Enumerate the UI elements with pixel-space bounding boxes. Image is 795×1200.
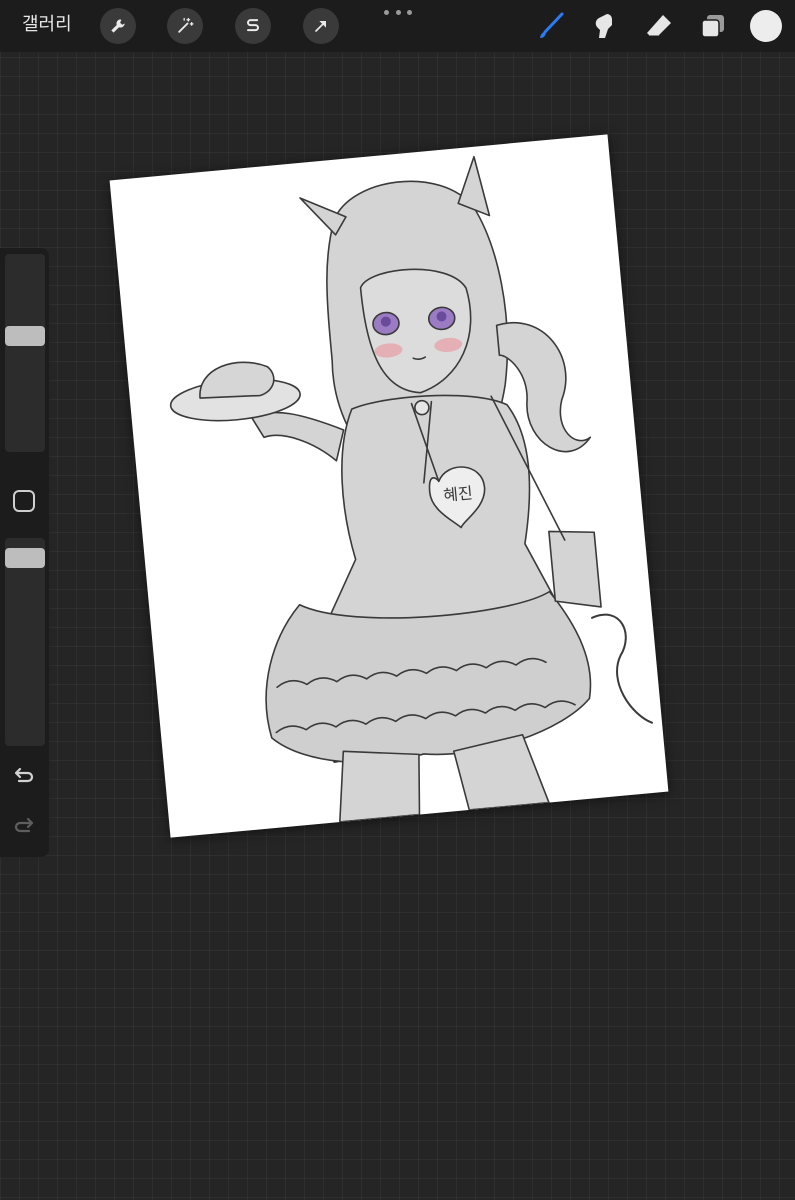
layers-icon — [701, 15, 724, 38]
more-options-icon[interactable] — [384, 4, 412, 20]
brush-icon — [540, 12, 564, 38]
opacity-slider[interactable] — [5, 538, 45, 746]
layers-tool[interactable] — [697, 10, 729, 42]
canvas-area[interactable]: 혜진 — [101, 134, 669, 838]
smudge-icon — [595, 14, 612, 38]
selection-s-icon — [247, 19, 259, 32]
brush-tool[interactable] — [535, 10, 567, 42]
redo-button[interactable] — [11, 814, 37, 840]
undo-button[interactable] — [11, 764, 37, 790]
top-toolbar: 갤러리 — [0, 0, 795, 52]
opacity-thumb[interactable] — [5, 548, 45, 568]
magic-wand-icon — [178, 17, 194, 33]
character-sketch: 혜진 — [169, 155, 653, 823]
brush-size-thumb[interactable] — [5, 326, 45, 346]
eraser-tool[interactable] — [643, 10, 675, 42]
artwork-canvas[interactable]: 혜진 — [109, 134, 669, 838]
redo-icon — [14, 817, 34, 833]
heart-badge-text: 혜진 — [443, 483, 474, 505]
smudge-tool[interactable] — [588, 10, 620, 42]
eraser-icon — [647, 15, 671, 37]
actions-button[interactable] — [100, 8, 136, 44]
arrow-cursor-icon — [315, 21, 326, 32]
brush-size-slider[interactable] — [5, 254, 45, 452]
selection-button[interactable] — [235, 8, 271, 44]
adjustments-button[interactable] — [167, 8, 203, 44]
wrench-icon — [111, 19, 125, 33]
gallery-button[interactable]: 갤러리 — [22, 13, 72, 37]
color-picker-button[interactable] — [750, 10, 782, 42]
undo-icon — [14, 767, 34, 783]
modify-button[interactable] — [13, 490, 35, 512]
transform-button[interactable] — [303, 8, 339, 44]
left-sidebar — [0, 248, 49, 857]
